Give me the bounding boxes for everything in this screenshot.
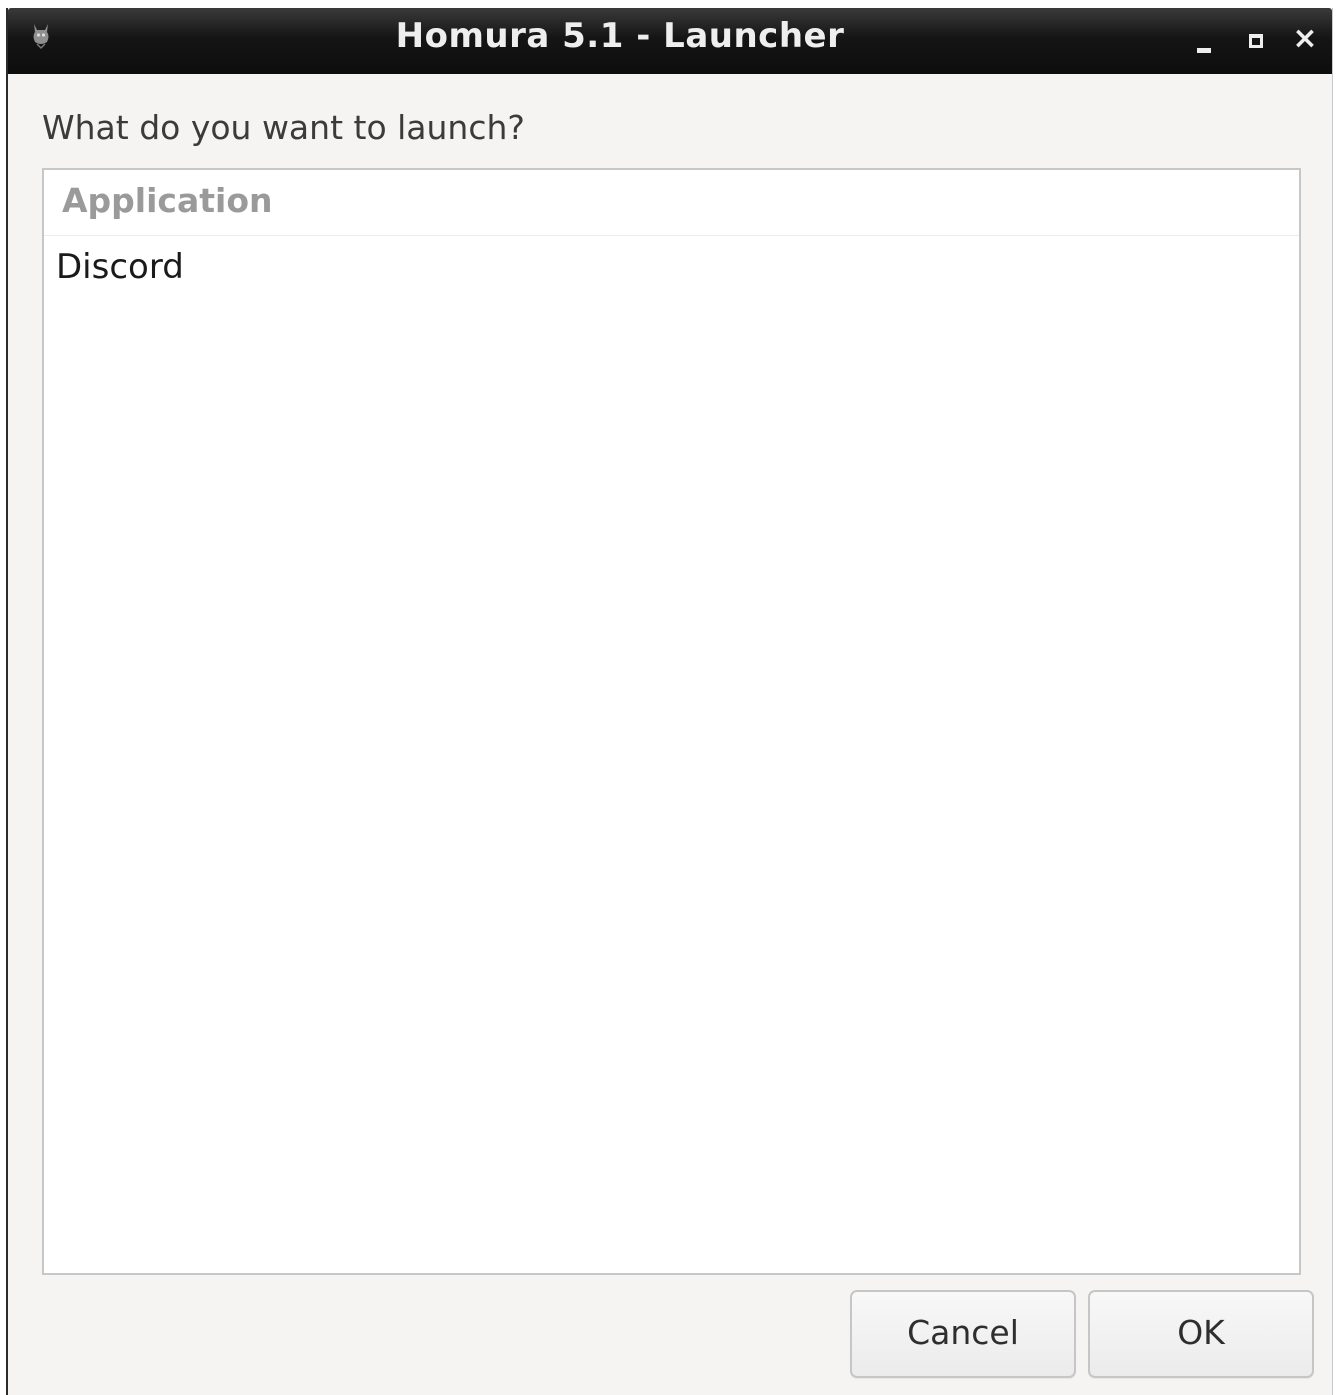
column-header-application[interactable]: Application [44, 170, 1299, 236]
launcher-window: Homura 5.1 - Launcher × What do you want… [6, 8, 1333, 1395]
ok-button[interactable]: OK [1088, 1290, 1314, 1378]
list-item[interactable]: Discord [44, 236, 1299, 300]
title-bar[interactable]: Homura 5.1 - Launcher × [8, 8, 1332, 74]
close-icon[interactable]: × [1288, 22, 1322, 56]
cancel-button[interactable]: Cancel [850, 1290, 1076, 1378]
minimize-icon[interactable] [1186, 22, 1220, 56]
prompt-label: What do you want to launch? [42, 108, 525, 147]
application-list[interactable]: Application Discord [42, 168, 1301, 1275]
window-title: Homura 5.1 - Launcher [395, 16, 845, 56]
maximize-icon[interactable] [1238, 22, 1272, 56]
